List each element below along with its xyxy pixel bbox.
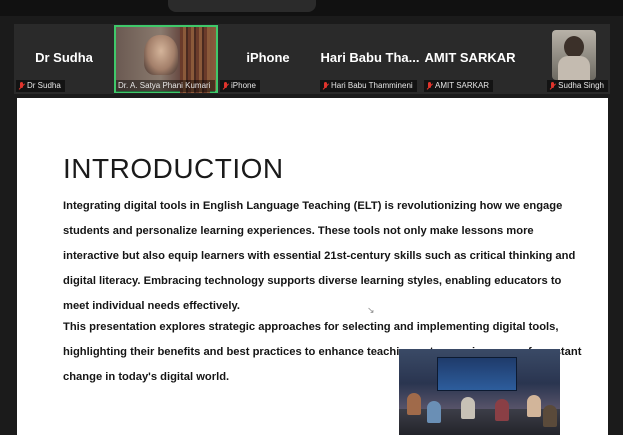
participant-label-text: iPhone — [231, 81, 256, 90]
mic-muted-icon — [549, 81, 556, 91]
participant-avatar — [552, 30, 596, 80]
participant-label: AMIT SARKAR — [424, 80, 494, 92]
student-figure — [527, 395, 541, 417]
participant-label: Dr Sudha — [16, 80, 65, 92]
mic-muted-icon — [222, 81, 229, 91]
meeting-window: Dr Sudha Dr Sudha Dr. A. Satya Phani Kum… — [0, 0, 623, 435]
participant-display-name: AMIT SARKAR — [424, 50, 516, 65]
participant-label: Hari Babu Thammineni — [320, 80, 417, 92]
participant-tile-dr-sudha[interactable]: Dr Sudha Dr Sudha — [14, 24, 114, 94]
mic-muted-icon — [322, 81, 329, 91]
student-figure — [427, 401, 441, 423]
participant-tile-iphone[interactable]: iPhone iPhone — [218, 24, 318, 94]
participant-label-text: Dr. A. Satya Phani Kumari — [118, 81, 211, 90]
participant-label-text: Dr Sudha — [27, 81, 61, 90]
participant-label-text: AMIT SARKAR — [435, 81, 490, 90]
slide-title: INTRODUCTION — [63, 152, 284, 184]
slide-paragraph-intro: Integrating digital tools in English Lan… — [63, 200, 576, 312]
top-toolbar — [0, 0, 623, 16]
participant-label: Dr. A. Satya Phani Kumari — [116, 80, 215, 92]
classroom-video-thumbnail[interactable] — [399, 349, 560, 435]
participant-label: Sudha Singh — [547, 80, 608, 92]
avatar-head — [564, 36, 584, 58]
view-options-pill[interactable] — [168, 0, 316, 12]
mic-muted-icon — [18, 81, 25, 91]
participant-label-text: Hari Babu Thammineni — [331, 81, 413, 90]
student-figure — [495, 399, 509, 421]
student-figure — [543, 405, 557, 427]
participant-display-name: iPhone — [246, 50, 290, 65]
avatar-body — [558, 56, 590, 80]
classroom-screen — [437, 357, 517, 391]
participant-label-text: Sudha Singh — [558, 81, 604, 90]
participant-tile-satya[interactable]: Dr. A. Satya Phani Kumari — [114, 24, 218, 94]
participant-tile-amit-sarkar[interactable]: AMIT SARKAR AMIT SARKAR — [422, 24, 518, 94]
mic-muted-icon — [426, 81, 433, 91]
participant-display-name: Hari Babu Tha... — [320, 50, 420, 65]
student-figure — [407, 393, 421, 415]
participant-tile-hari-babu[interactable]: Hari Babu Tha... Hari Babu Thammineni — [318, 24, 422, 94]
participant-label: iPhone — [220, 80, 260, 92]
participant-tile-sudha-singh[interactable]: Sudha Singh — [518, 24, 610, 94]
student-figure — [461, 397, 475, 419]
participant-person — [144, 35, 178, 75]
mouse-cursor-icon: ↘ — [367, 305, 375, 315]
participant-strip: Dr Sudha Dr Sudha Dr. A. Satya Phani Kum… — [14, 24, 610, 94]
participant-display-name: Dr Sudha — [35, 50, 93, 65]
